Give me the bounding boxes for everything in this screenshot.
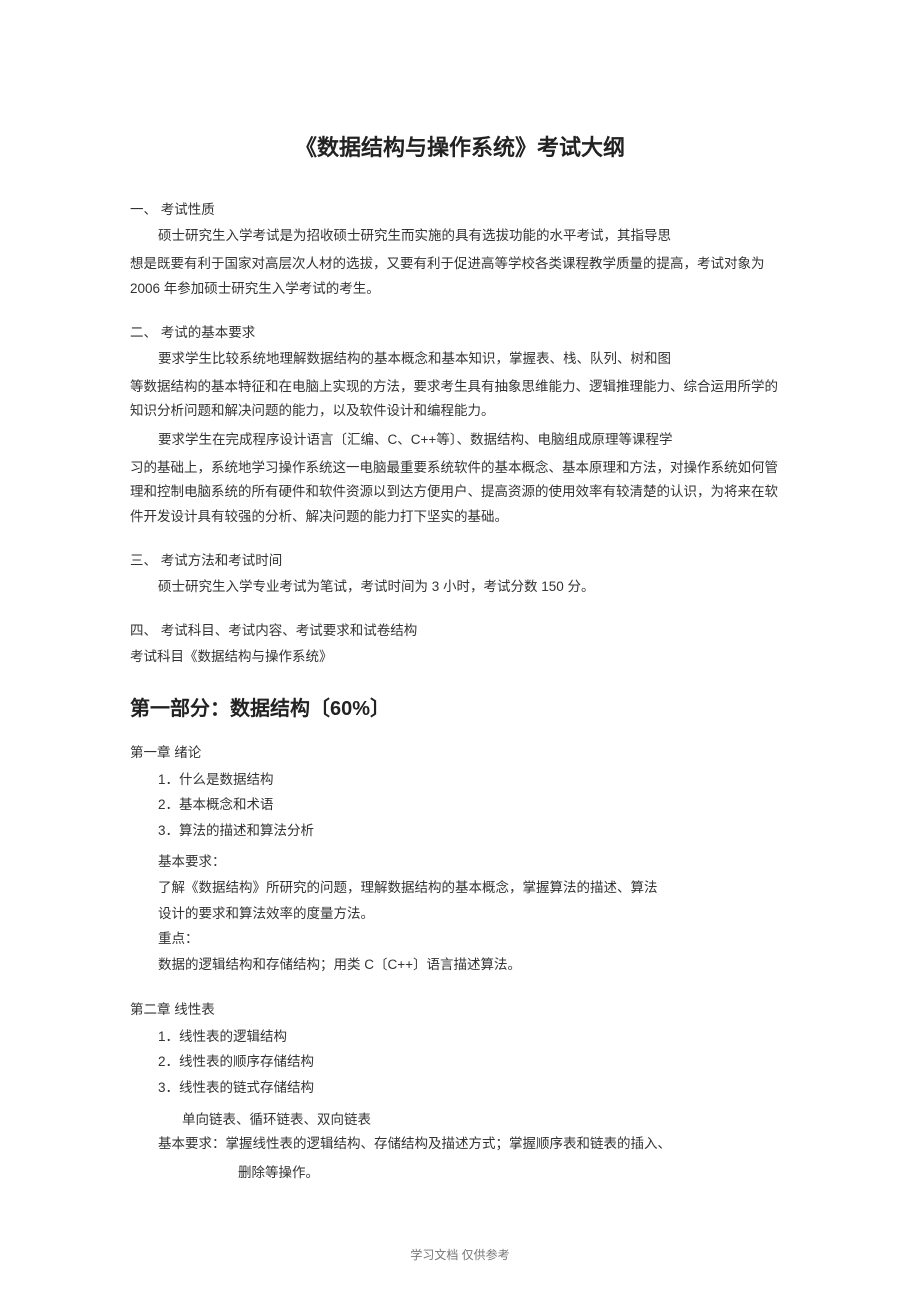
- page-content: 《数据结构与操作系统》考试大纲 一、 考试性质 硕士研究生入学考试是为招收硕士研…: [0, 0, 920, 1245]
- section-2: 二、 考试的基本要求 要求学生比较系统地理解数据结构的基本概念和基本知识，掌握表…: [130, 321, 790, 529]
- section-1-p2: 想是既要有利于国家对高层次人材的选拔，又要有利于促进高等学校各类课程教学质量的提…: [130, 252, 790, 301]
- section-4-head: 四、 考试科目、考试内容、考试要求和试卷结构: [130, 619, 790, 639]
- section-3: 三、 考试方法和考试时间 硕士研究生入学专业考试为笔试，考试时间为 3 小时，考…: [130, 549, 790, 599]
- ch2-item-2: 2．线性表的顺序存储结构: [130, 1049, 790, 1075]
- ch1-req-label: 基本要求：: [130, 849, 790, 875]
- ch1-focus: 数据的逻辑结构和存储结构；用类 C〔C++〕语言描述算法。: [130, 952, 790, 978]
- section-2-p1: 要求学生比较系统地理解数据结构的基本概念和基本知识，掌握表、栈、队列、树和图: [130, 347, 790, 371]
- section-2-p2: 等数据结构的基本特征和在电脑上实现的方法，要求考生具有抽象思维能力、逻辑推理能力…: [130, 375, 790, 424]
- section-1-head: 一、 考试性质: [130, 198, 790, 218]
- ch1-item-1: 1．什么是数据结构: [130, 767, 790, 793]
- section-1-p1: 硕士研究生入学考试是为招收硕士研究生而实施的具有选拔功能的水平考试，其指导思: [130, 224, 790, 248]
- section-4: 四、 考试科目、考试内容、考试要求和试卷结构 考试科目《数据结构与操作系统》: [130, 619, 790, 669]
- section-1: 一、 考试性质 硕士研究生入学考试是为招收硕士研究生而实施的具有选拔功能的水平考…: [130, 198, 790, 301]
- section-2-p3: 要求学生在完成程序设计语言〔汇编、C、C++等〕、数据结构、电脑组成原理等课程学: [130, 428, 790, 452]
- chapter-1: 第一章 绪论 1．什么是数据结构 2．基本概念和术语 3．算法的描述和算法分析 …: [130, 741, 790, 978]
- ch1-req-2: 设计的要求和算法效率的度量方法。: [130, 901, 790, 927]
- ch2-req-2: 删除等操作。: [130, 1161, 790, 1185]
- section-3-p1: 硕士研究生入学专业考试为笔试，考试时间为 3 小时，考试分数 150 分。: [130, 575, 790, 599]
- ch1-item-3: 3．算法的描述和算法分析: [130, 818, 790, 844]
- ch1-req-1: 了解《数据结构》所研究的问题，理解数据结构的基本概念，掌握算法的描述、算法: [130, 875, 790, 901]
- part1-head: 第一部分：数据结构〔60%〕: [130, 692, 790, 721]
- ch2-item-3: 3．线性表的链式存储结构: [130, 1075, 790, 1101]
- section-2-head: 二、 考试的基本要求: [130, 321, 790, 341]
- ch2-sub: 单向链表、循环链表、双向链表: [130, 1107, 790, 1133]
- ch1-item-2: 2．基本概念和术语: [130, 792, 790, 818]
- ch1-focus-label: 重点：: [130, 926, 790, 952]
- page-footer: 学习文档 仅供参考: [0, 1246, 920, 1263]
- section-2-p4: 习的基础上，系统地学习操作系统这一电脑最重要系统软件的基本概念、基本原理和方法，…: [130, 456, 790, 529]
- ch2-head: 第二章 线性表: [130, 998, 790, 1018]
- ch2-item-1: 1．线性表的逻辑结构: [130, 1024, 790, 1050]
- chapter-2: 第二章 线性表 1．线性表的逻辑结构 2．线性表的顺序存储结构 3．线性表的链式…: [130, 998, 790, 1185]
- ch2-req-1: 基本要求：掌握线性表的逻辑结构、存储结构及描述方式；掌握顺序表和链表的插入、: [158, 1132, 790, 1156]
- ch1-head: 第一章 绪论: [130, 741, 790, 761]
- section-3-head: 三、 考试方法和考试时间: [130, 549, 790, 569]
- section-4-p1: 考试科目《数据结构与操作系统》: [130, 645, 790, 669]
- doc-title: 《数据结构与操作系统》考试大纲: [130, 130, 790, 162]
